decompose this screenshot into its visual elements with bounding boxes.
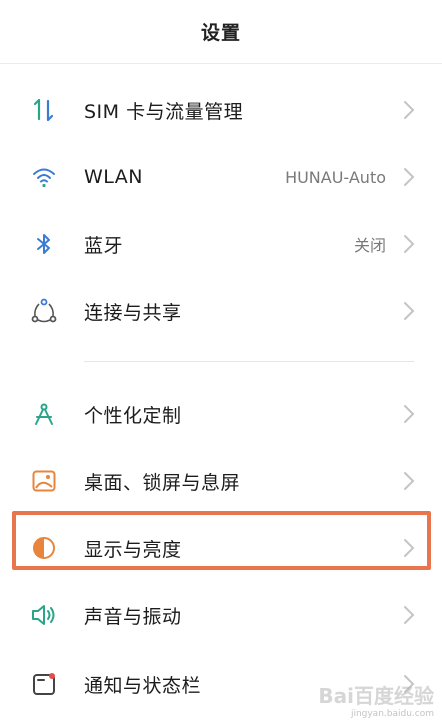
sim-data-icon: [29, 95, 59, 125]
settings-item-label: 声音与振动: [84, 605, 182, 628]
watermark-logo: Bai百度经验: [318, 684, 434, 708]
settings-item-sim[interactable]: SIM 卡与流量管理: [0, 77, 442, 143]
header: 设置: [0, 0, 442, 64]
chevron-right-icon: [404, 168, 415, 186]
settings-item-sound-vibration[interactable]: 声音与振动: [0, 582, 442, 648]
wifi-icon: [29, 162, 59, 192]
display-brightness-icon: [29, 533, 59, 563]
chevron-right-icon: [404, 405, 415, 423]
watermark: Bai百度经验 jingyan.baidu.com: [318, 680, 434, 719]
settings-item-personalization[interactable]: 个性化定制: [0, 381, 442, 447]
settings-item-label: SIM 卡与流量管理: [84, 100, 244, 123]
wallpaper-icon: [29, 466, 59, 496]
chevron-right-icon: [404, 606, 415, 624]
settings-item-label: 蓝牙: [84, 234, 124, 257]
settings-item-label: 显示与亮度: [84, 538, 182, 561]
settings-item-bluetooth[interactable]: 蓝牙 关闭: [0, 211, 442, 277]
page-title: 设置: [200, 22, 241, 44]
settings-item-label: 连接与共享: [84, 301, 182, 324]
chevron-right-icon: [404, 235, 415, 253]
personalization-icon: [29, 399, 59, 429]
chevron-right-icon: [404, 472, 415, 490]
sound-vibration-icon: [29, 600, 59, 630]
connection-share-icon: [29, 296, 59, 326]
settings-item-wlan[interactable]: WLAN HUNAU-Auto: [0, 144, 442, 210]
settings-item-value: HUNAU-Auto: [285, 167, 386, 187]
bluetooth-icon: [29, 229, 59, 259]
watermark-url: jingyan.baidu.com: [350, 709, 434, 719]
chevron-right-icon: [404, 101, 415, 119]
chevron-right-icon: [404, 539, 415, 557]
settings-item-label: 通知与状态栏: [84, 674, 202, 697]
settings-item-label: 桌面、锁屏与息屏: [84, 471, 241, 494]
settings-item-wallpaper[interactable]: 桌面、锁屏与息屏: [0, 448, 442, 514]
settings-item-label: WLAN: [84, 166, 144, 188]
settings-item-label: 个性化定制: [84, 404, 182, 427]
notification-icon: [29, 669, 59, 699]
settings-item-connection-share[interactable]: 连接与共享: [0, 278, 442, 344]
settings-item-value: 关闭: [353, 236, 386, 255]
chevron-right-icon: [404, 302, 415, 320]
settings-item-display-brightness[interactable]: 显示与亮度: [0, 515, 442, 581]
section-divider: [84, 361, 414, 362]
